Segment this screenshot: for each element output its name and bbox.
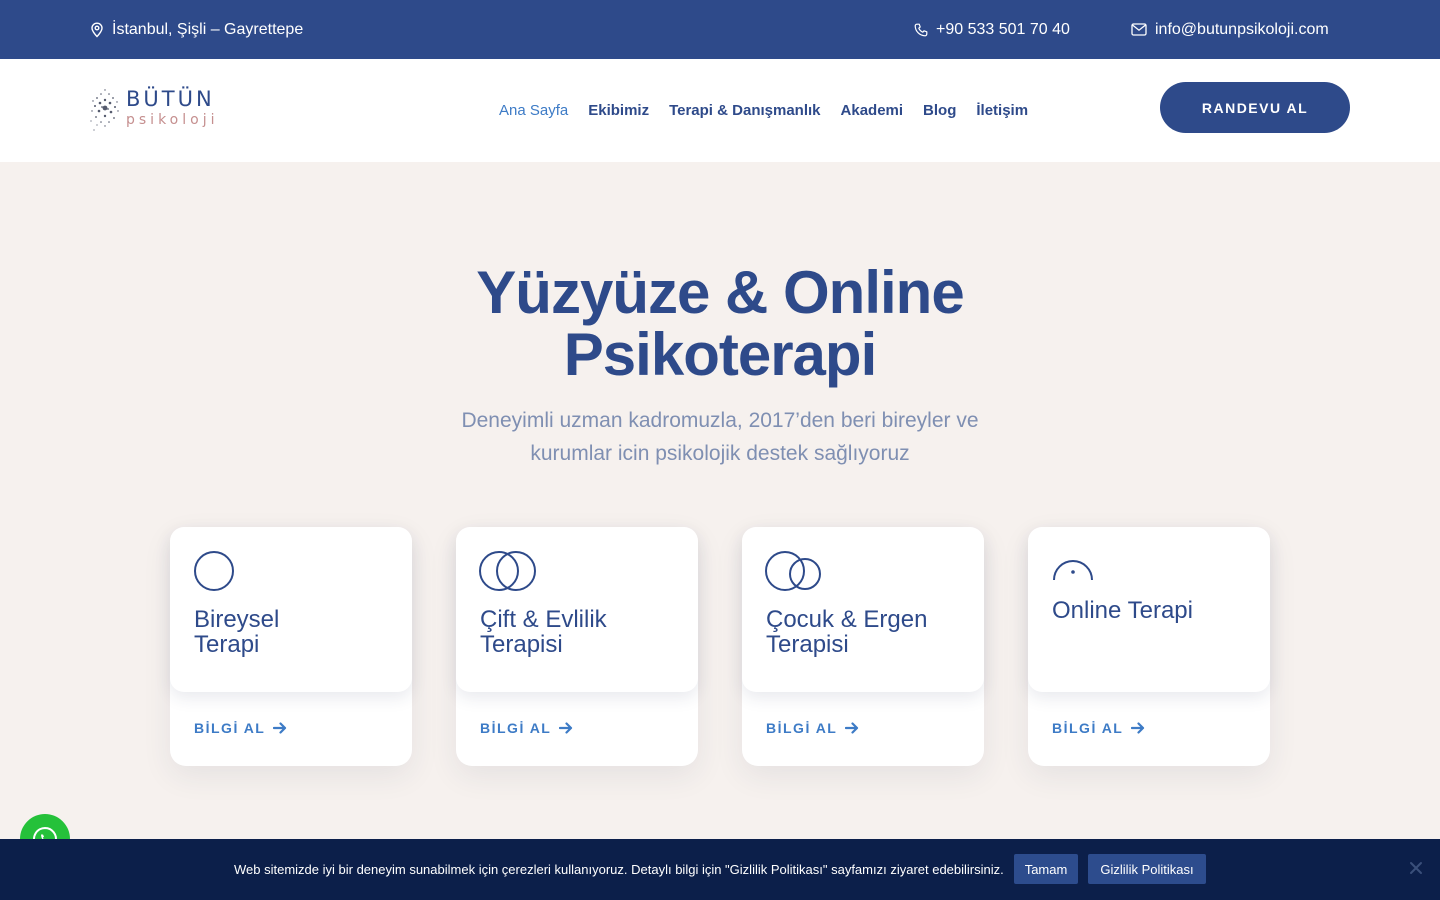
service-card-bireysel[interactable]: Bireysel Terapi BİLGİ AL [170,527,412,766]
location-text: İstanbul, Şişli – Gayrettepe [112,20,304,38]
cookie-accept-button[interactable]: Tamam [1014,854,1078,884]
arrow-right-icon [845,722,859,734]
card-title: Çocuk & Ergen Terapisi [766,606,928,658]
email-text: info@butunpsikoloji.com [1155,20,1329,38]
site-header: BÜTÜN psikoloji Ana Sayfa Ekibimiz Terap… [0,59,1440,162]
cookie-banner: Web sitemizde iyi bir deneyim sunabilmek… [0,839,1440,900]
nav-item-terapi-danismanlik[interactable]: Terapi & Danışmanlık [669,102,820,119]
service-card-cift-evlilik[interactable]: Çift & Evlilik Terapisi BİLGİ AL [456,527,698,766]
logo-subtitle: psikoloji [126,112,219,128]
card-more-link[interactable]: BİLGİ AL [480,720,573,736]
single-circle-icon [194,551,234,591]
card-more-link[interactable]: BİLGİ AL [766,720,859,736]
nav-item-ana-sayfa[interactable]: Ana Sayfa [499,102,568,119]
service-cards: Bireysel Terapi BİLGİ AL Çift & Evlilik … [170,527,1270,767]
two-circles-icon [479,551,536,591]
nav-item-ekibimiz[interactable]: Ekibimiz [588,102,649,119]
site-logo[interactable]: BÜTÜN psikoloji [88,79,228,137]
close-icon[interactable] [1407,859,1425,877]
arrow-right-icon [1131,722,1145,734]
arc-dot-icon [1053,560,1093,581]
card-more-link[interactable]: BİLGİ AL [194,720,287,736]
hero-subtitle-line2: kurumlar icin psikolojik destek sağlıyor… [530,442,910,465]
email-link[interactable]: info@butunpsikoloji.com [1131,0,1329,59]
nav-item-akademi[interactable]: Akademi [841,102,904,119]
map-pin-icon [90,21,104,38]
service-card-cocuk-ergen[interactable]: Çocuk & Ergen Terapisi BİLGİ AL [742,527,984,766]
phone-text: +90 533 501 70 40 [936,20,1070,38]
hero-title-line2: Psikoterapi [563,321,877,388]
arrow-right-icon [273,722,287,734]
nav-item-iletisim[interactable]: İletişim [976,102,1028,119]
hero-subtitle: Deneyimli uzman kadromuzla, 2017’den ber… [445,404,995,470]
top-info-bar: İstanbul, Şişli – Gayrettepe +90 533 501… [0,0,1440,59]
big-small-circles-icon [765,551,821,591]
privacy-policy-button[interactable]: Gizlilik Politikası [1088,854,1206,884]
logo-mark-icon [90,89,119,131]
arrow-right-icon [559,722,573,734]
main-navigation: Ana Sayfa Ekibimiz Terapi & Danışmanlık … [499,59,1028,162]
card-more-link[interactable]: BİLGİ AL [1052,720,1145,736]
cookie-message: Web sitemizde iyi bir deneyim sunabilmek… [234,862,1004,877]
appointment-button[interactable]: RANDEVU AL [1160,82,1350,133]
card-title: Bireysel Terapi [194,606,280,658]
mail-icon [1131,23,1147,36]
nav-item-blog[interactable]: Blog [923,102,956,119]
logo-wordmark: BÜTÜN [126,87,215,111]
phone-icon [914,23,928,37]
phone-link[interactable]: +90 533 501 70 40 [914,0,1070,59]
card-title: Online Terapi [1052,597,1193,624]
hero-title-line1: Yüzyüze & Online [476,259,964,326]
service-card-online[interactable]: Online Terapi BİLGİ AL [1028,527,1270,766]
hero-title: Yüzyüze & Online Psikoterapi [0,262,1440,386]
hero-subtitle-line1: Deneyimli uzman kadromuzla, 2017’den ber… [461,409,979,432]
card-title: Çift & Evlilik Terapisi [480,606,607,658]
location-info: İstanbul, Şişli – Gayrettepe [90,0,303,59]
